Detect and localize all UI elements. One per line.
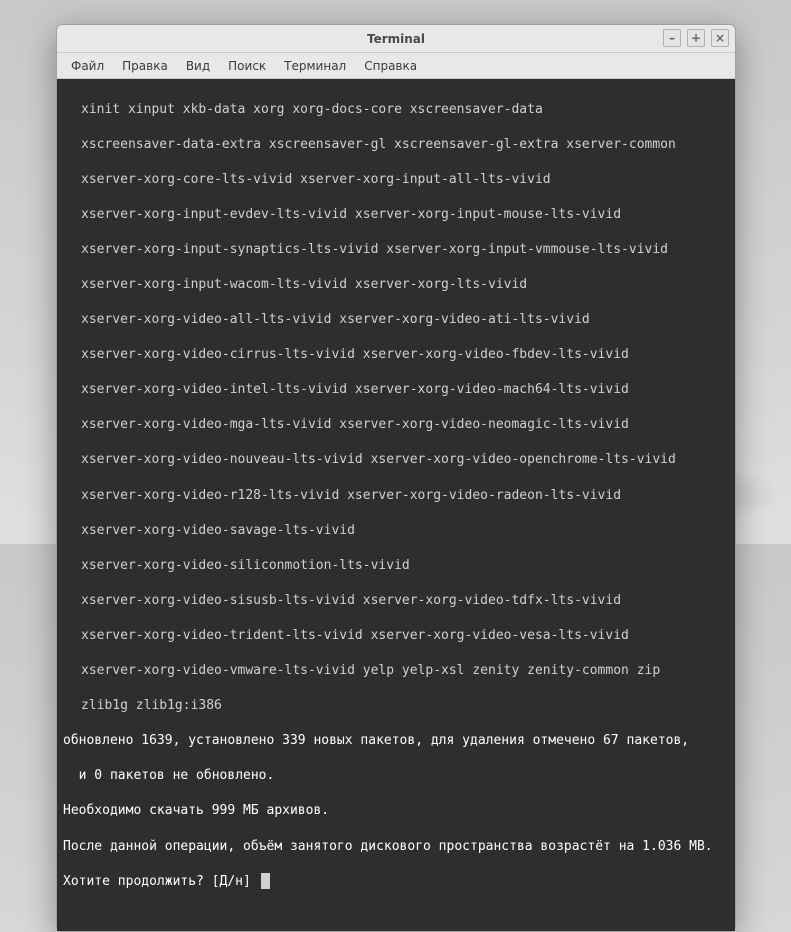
window-controls: – + ×: [663, 29, 729, 47]
package-line: xserver-xorg-video-nouveau-lts-vivid xse…: [63, 451, 729, 469]
menu-search[interactable]: Поиск: [220, 56, 274, 76]
summary-upgraded: обновлено 1639, установлено 339 новых па…: [63, 732, 729, 750]
prompt-text: Хотите продолжить? [Д/н]: [63, 874, 259, 889]
window-title: Terminal: [367, 32, 425, 46]
package-line: xserver-xorg-video-trident-lts-vivid xse…: [63, 627, 729, 645]
menu-help[interactable]: Справка: [356, 56, 425, 76]
package-line: xserver-xorg-input-evdev-lts-vivid xserv…: [63, 206, 729, 224]
package-line: xserver-xorg-core-lts-vivid xserver-xorg…: [63, 171, 729, 189]
package-line: xserver-xorg-video-savage-lts-vivid: [63, 522, 729, 540]
menu-edit[interactable]: Правка: [114, 56, 176, 76]
summary-disk: После данной операции, объём занятого ди…: [63, 838, 729, 856]
prompt-line[interactable]: Хотите продолжить? [Д/н]: [63, 873, 729, 891]
terminal-window: Terminal – + × Файл Правка Вид Поиск Тер…: [56, 24, 736, 932]
package-line: xserver-xorg-video-sisusb-lts-vivid xser…: [63, 592, 729, 610]
package-line: xserver-xorg-video-all-lts-vivid xserver…: [63, 311, 729, 329]
package-line: xserver-xorg-video-vmware-lts-vivid yelp…: [63, 662, 729, 680]
cursor-icon: [261, 873, 270, 889]
summary-upgraded-cont: и 0 пакетов не обновлено.: [63, 767, 729, 785]
package-line: xserver-xorg-video-siliconmotion-lts-viv…: [63, 557, 729, 575]
package-line: zlib1g zlib1g:i386: [63, 697, 729, 715]
package-line: xserver-xorg-input-wacom-lts-vivid xserv…: [63, 276, 729, 294]
maximize-button[interactable]: +: [687, 29, 705, 47]
package-line: xserver-xorg-input-synaptics-lts-vivid x…: [63, 241, 729, 259]
package-line: xserver-xorg-video-mga-lts-vivid xserver…: [63, 416, 729, 434]
menu-view[interactable]: Вид: [178, 56, 218, 76]
menu-terminal[interactable]: Терминал: [276, 56, 354, 76]
menu-file[interactable]: Файл: [63, 56, 112, 76]
summary-download: Необходимо скачать 999 MБ архивов.: [63, 802, 729, 820]
package-line: xinit xinput xkb-data xorg xorg-docs-cor…: [63, 101, 729, 119]
close-button[interactable]: ×: [711, 29, 729, 47]
terminal-output[interactable]: xinit xinput xkb-data xorg xorg-docs-cor…: [57, 79, 735, 931]
package-line: xscreensaver-data-extra xscreensaver-gl …: [63, 136, 729, 154]
titlebar[interactable]: Terminal – + ×: [57, 25, 735, 53]
package-line: xserver-xorg-video-intel-lts-vivid xserv…: [63, 381, 729, 399]
menubar: Файл Правка Вид Поиск Терминал Справка: [57, 53, 735, 79]
package-line: xserver-xorg-video-r128-lts-vivid xserve…: [63, 487, 729, 505]
package-line: xserver-xorg-video-cirrus-lts-vivid xser…: [63, 346, 729, 364]
minimize-button[interactable]: –: [663, 29, 681, 47]
